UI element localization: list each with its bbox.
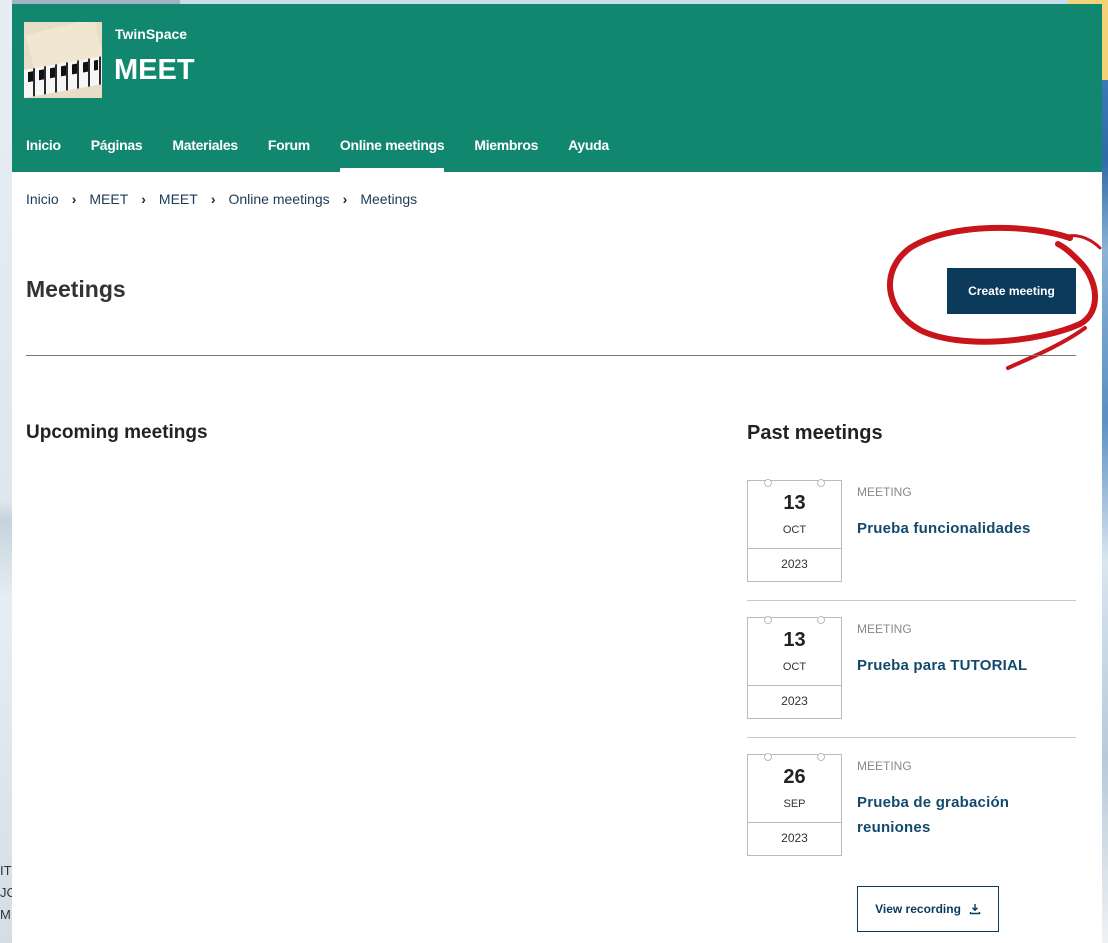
main-nav: Inicio Páginas Materiales Forum Online m… [12, 128, 639, 172]
past-meetings-heading: Past meetings [747, 422, 883, 444]
section-divider [26, 355, 1076, 356]
past-meeting-item: 13 OCT 2023 MEETING Prueba para TUTORIAL [747, 616, 1076, 741]
meeting-title-link[interactable]: Prueba de grabación reuniones [857, 790, 1067, 840]
project-title[interactable]: MEET [114, 54, 195, 87]
meeting-type-label: MEETING [857, 485, 912, 499]
meeting-type-label: MEETING [857, 622, 912, 636]
brand-name-small: TwinSpace [115, 26, 188, 42]
date-month: SEP [783, 798, 806, 810]
past-meeting-item: 13 OCT 2023 MEETING Prueba funcionalidad… [747, 479, 1076, 604]
background-desktop-left [0, 0, 12, 943]
breadcrumb-item-inicio[interactable]: Inicio [26, 191, 59, 207]
create-meeting-button[interactable]: Create meeting [947, 268, 1076, 314]
nav-item-miembros[interactable]: Miembros [474, 128, 538, 172]
nav-item-forum[interactable]: Forum [268, 128, 310, 172]
date-badge: 13 OCT 2023 [747, 479, 842, 582]
meeting-title-link[interactable]: Prueba para TUTORIAL [857, 653, 1067, 678]
date-divider [748, 685, 841, 686]
twinspace-logo-image[interactable] [24, 22, 102, 98]
date-badge: 26 SEP 2023 [747, 753, 842, 856]
calendar-rings-icon [764, 753, 825, 761]
breadcrumb-item-meet-2[interactable]: MEET [159, 191, 198, 207]
date-year: 2023 [781, 831, 808, 845]
date-divider [748, 822, 841, 823]
meeting-separator [747, 737, 1076, 738]
page-title: Meetings [26, 276, 126, 302]
meeting-separator [747, 600, 1076, 601]
date-day: 13 [783, 492, 806, 514]
chevron-right-icon: › [210, 191, 216, 207]
meeting-title-link[interactable]: Prueba funcionalidades [857, 516, 1067, 541]
chevron-right-icon: › [71, 191, 77, 207]
nav-item-inicio[interactable]: Inicio [26, 128, 61, 172]
date-badge: 13 OCT 2023 [747, 616, 842, 719]
chevron-right-icon: › [342, 191, 348, 207]
date-month: OCT [782, 661, 807, 673]
calendar-rings-icon [764, 616, 825, 624]
browser-page: TwinSpace MEET Inicio Páginas Materiales… [12, 4, 1102, 943]
calendar-rings-icon [764, 479, 825, 487]
view-recording-label: View recording [875, 902, 961, 916]
breadcrumb: Inicio › MEET › MEET › Online meetings ›… [26, 191, 417, 207]
breadcrumb-item-online-meetings[interactable]: Online meetings [228, 191, 329, 207]
breadcrumb-item-current: Meetings [360, 191, 418, 207]
nav-item-online-meetings[interactable]: Online meetings [339, 128, 445, 172]
date-year: 2023 [781, 694, 808, 708]
nav-item-materiales[interactable]: Materiales [172, 128, 238, 172]
chevron-right-icon: › [141, 191, 146, 207]
date-day: 26 [783, 766, 806, 788]
date-year: 2023 [781, 557, 808, 571]
date-day: 13 [783, 629, 806, 651]
past-meeting-item: 26 SEP 2023 MEETING Prueba de grabación … [747, 753, 1076, 864]
nav-item-paginas[interactable]: Páginas [91, 128, 143, 172]
breadcrumb-item-meet[interactable]: MEET [89, 191, 128, 207]
site-header: TwinSpace MEET Inicio Páginas Materiales… [12, 4, 1102, 172]
view-recording-button[interactable]: View recording [857, 886, 999, 932]
nav-item-ayuda[interactable]: Ayuda [568, 128, 609, 172]
upcoming-meetings-heading: Upcoming meetings [26, 422, 208, 443]
date-month: OCT [782, 524, 807, 536]
download-icon [969, 904, 981, 915]
meeting-type-label: MEETING [857, 759, 912, 773]
date-divider [748, 548, 841, 549]
